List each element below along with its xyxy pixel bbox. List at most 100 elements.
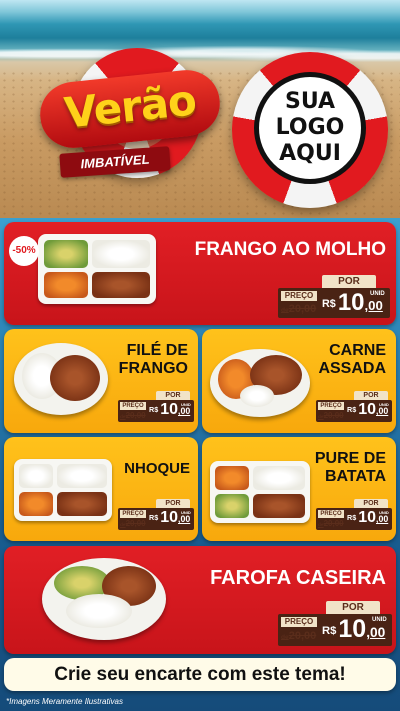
- unit-label: UNID: [379, 402, 389, 407]
- price-cents: ,00: [366, 625, 386, 640]
- menu-card-file-de-frango[interactable]: FILÉ DE FRANGO POR PREÇO de20,00 R$ 10,00…: [4, 329, 198, 433]
- item-title: FAROFA CASEIRA: [210, 567, 386, 589]
- unit-label: UNID: [181, 402, 191, 407]
- item-title: FRANGO AO MOLHO: [194, 239, 386, 260]
- food-compartment: [215, 466, 249, 490]
- menu-card-farofa-caseira[interactable]: FAROFA CASEIRA POR PREÇO de20,00 R$10,00…: [4, 546, 396, 654]
- currency: R$: [149, 404, 159, 414]
- food-compartment: [253, 466, 305, 490]
- food-bowl: [210, 349, 310, 417]
- price-int: 10: [338, 615, 367, 643]
- unit-label: UNID: [379, 510, 389, 515]
- preco-label: PREÇO: [281, 291, 317, 301]
- food-compartment: [19, 464, 53, 488]
- food-bowl: [42, 558, 166, 640]
- price-cents: ,00: [178, 406, 191, 416]
- food-compartment: [215, 494, 249, 518]
- price-tag: PREÇO de20,00 R$10,00 UNID: [316, 400, 392, 422]
- por-label: POR: [156, 499, 190, 508]
- disclaimer: *Imagens Meramente Ilustrativas: [6, 697, 123, 706]
- price-tag: PREÇO de20,00 R$10,00 UNID: [118, 508, 194, 530]
- old-price-prefix: de: [281, 307, 289, 314]
- price-cents: ,00: [376, 406, 389, 416]
- old-price: de20,00: [281, 630, 316, 642]
- por-label: POR: [156, 391, 190, 400]
- price-int: 10: [358, 401, 376, 418]
- price-int: 10: [358, 509, 376, 526]
- item-title-line-2: FRANGO: [118, 360, 188, 377]
- discount-badge: -50%: [9, 236, 39, 266]
- menu-card-carne-assada[interactable]: CARNE ASSADA POR PREÇO de20,00 R$ 10,00 U…: [202, 329, 396, 433]
- price-cents: ,00: [364, 298, 383, 313]
- preco-label: PREÇO: [120, 402, 146, 410]
- por-label: POR: [326, 601, 380, 614]
- price-cents: ,00: [376, 514, 389, 524]
- food-tray: [14, 459, 112, 521]
- old-price-value: 20,00: [288, 630, 317, 642]
- price-int: 10: [160, 401, 178, 418]
- price-int: 10: [160, 509, 178, 526]
- beach-banner: Verão IMBATÍVEL SUA LOGO AQUI: [0, 0, 400, 218]
- preco-label: PREÇO: [120, 510, 146, 518]
- food-compartment: [44, 240, 88, 268]
- currency: R$: [149, 512, 159, 522]
- preco-label: PREÇO: [318, 402, 344, 410]
- old-price: de20,00: [120, 411, 146, 420]
- old-price-value: 20,00: [323, 411, 344, 420]
- food-compartment: [57, 464, 107, 488]
- item-title-line-1: PURE DE: [314, 450, 386, 467]
- unit-label: UNID: [372, 617, 387, 623]
- food-tray: [38, 234, 156, 304]
- old-price: de20,00: [318, 411, 344, 420]
- item-title-line-1: CARNE: [329, 342, 386, 359]
- food-compartment: [50, 355, 100, 401]
- old-price-value: 20,00: [323, 519, 344, 528]
- preco-label: PREÇO: [318, 510, 344, 518]
- food-compartment: [19, 492, 53, 516]
- old-price-value: 20,00: [125, 411, 146, 420]
- price-tag: PREÇO de20,00 R$10,00 UNID: [278, 614, 392, 646]
- old-price-value: 20,00: [288, 303, 317, 315]
- currency: R$: [322, 625, 337, 637]
- food-compartment: [240, 385, 274, 407]
- por-label: POR: [322, 275, 376, 288]
- menu-card-frango-ao-molho[interactable]: FRANGO AO MOLHO POR PREÇO de20,00 R$10,0…: [4, 222, 396, 325]
- food-compartment: [92, 240, 150, 268]
- food-compartment: [253, 494, 305, 518]
- currency: R$: [322, 298, 336, 310]
- logo-placeholder[interactable]: SUA LOGO AQUI: [254, 72, 366, 184]
- logo-line-2: LOGO: [275, 115, 345, 140]
- old-price-value: 20,00: [125, 519, 146, 528]
- price-tag: PREÇO de20,00 R$10,00 UNID: [316, 508, 392, 530]
- price-int: 10: [337, 289, 365, 316]
- preco-label: PREÇO: [281, 617, 317, 627]
- food-compartment: [92, 272, 150, 298]
- food-compartment: [44, 272, 88, 298]
- old-price: de20,00: [120, 519, 146, 528]
- price-cents: ,00: [178, 514, 191, 524]
- currency: R$: [347, 512, 357, 522]
- price-tag: PREÇO de20,00 R$10,00 UNID: [118, 400, 194, 422]
- unit-label: UNID: [181, 510, 191, 515]
- menu-card-pure-de-batata[interactable]: PURE DE BATATA POR PREÇO de20,00 R$ 10,00…: [202, 437, 396, 541]
- item-title-line-2: ASSADA: [318, 360, 386, 377]
- item-title: NHOQUE: [124, 460, 190, 477]
- currency: R$: [347, 404, 357, 414]
- item-title-line-2: BATATA: [324, 468, 386, 485]
- logo-line-1: SUA: [284, 89, 336, 114]
- old-price: de20,00: [281, 303, 316, 315]
- food-compartment: [57, 492, 107, 516]
- old-price: de20,00: [318, 519, 344, 528]
- food-compartment: [66, 594, 132, 628]
- food-tray: [210, 461, 310, 523]
- unit-label: UNID: [370, 291, 385, 297]
- price-tag: PREÇO de20,00 R$10,00 UNID: [278, 288, 390, 318]
- cta-banner[interactable]: Crie seu encarte com este tema!: [4, 658, 396, 691]
- menu-card-nhoque[interactable]: NHOQUE POR PREÇO de20,00 R$ 10,00 UNID: [4, 437, 198, 541]
- por-label: POR: [354, 499, 388, 508]
- old-price-prefix: de: [281, 634, 289, 641]
- logo-line-3: AQUI: [279, 141, 341, 166]
- item-title-line-1: FILÉ DE: [126, 342, 188, 359]
- food-bowl: [14, 343, 108, 415]
- por-label: POR: [354, 391, 388, 400]
